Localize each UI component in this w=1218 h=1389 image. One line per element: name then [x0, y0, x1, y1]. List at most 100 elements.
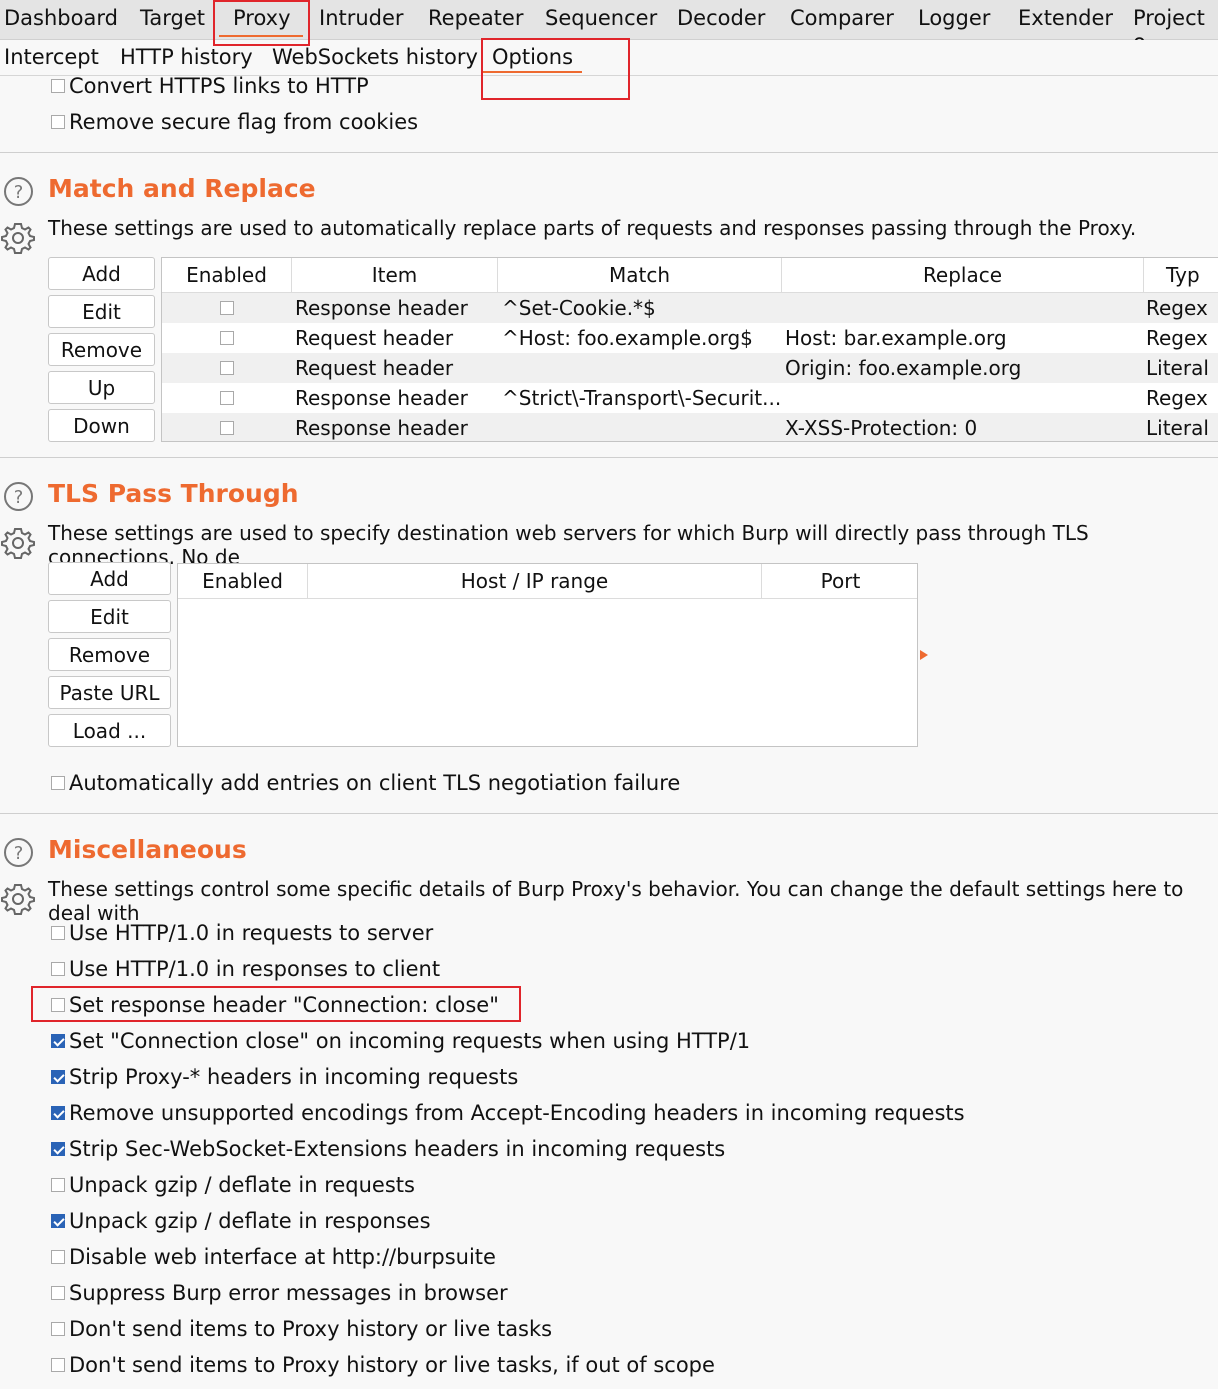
- section-divider: [0, 152, 1218, 153]
- tab-sequencer[interactable]: Sequencer: [545, 6, 657, 30]
- row-type: Literal: [1146, 356, 1209, 380]
- column-header-item[interactable]: Item: [292, 258, 498, 293]
- load-button[interactable]: Load ...: [48, 714, 171, 747]
- option-http10-requests[interactable]: Use HTTP/1.0 in requests to server: [51, 919, 433, 947]
- proxy-highlight-box: [213, 0, 310, 46]
- match-replace-description: These settings are used to automatically…: [48, 216, 1137, 240]
- checkbox[interactable]: [51, 1322, 65, 1336]
- checkbox[interactable]: [51, 962, 65, 976]
- table-row[interactable]: Request header ^Host: foo.example.org$ H…: [162, 323, 1218, 353]
- checkbox[interactable]: [51, 1214, 65, 1228]
- option-strip-proxy-headers[interactable]: Strip Proxy-* headers in incoming reques…: [51, 1063, 518, 1091]
- column-header-replace[interactable]: Replace: [782, 258, 1144, 293]
- tab-target[interactable]: Target: [140, 6, 205, 30]
- checkbox[interactable]: [51, 776, 65, 790]
- tab-intruder[interactable]: Intruder: [319, 6, 404, 30]
- section-divider: [0, 457, 1218, 458]
- tab-decoder[interactable]: Decoder: [677, 6, 765, 30]
- option-auto-add-tls[interactable]: Automatically add entries on client TLS …: [51, 769, 680, 797]
- option-connection-close-incoming[interactable]: Set "Connection close" on incoming reque…: [51, 1027, 750, 1055]
- column-header-host[interactable]: Host / IP range: [308, 564, 762, 599]
- checkbox[interactable]: [51, 1250, 65, 1264]
- row-enabled-checkbox[interactable]: [220, 421, 234, 435]
- gear-icon[interactable]: [1, 882, 35, 916]
- expand-arrow-icon[interactable]: [920, 650, 928, 660]
- checkbox[interactable]: [51, 115, 65, 129]
- column-header-enabled[interactable]: Enabled: [162, 258, 292, 293]
- tab-dashboard[interactable]: Dashboard: [4, 6, 118, 30]
- row-enabled-checkbox[interactable]: [220, 391, 234, 405]
- tab-extender[interactable]: Extender: [1018, 6, 1113, 30]
- column-header-match[interactable]: Match: [498, 258, 782, 293]
- subtab-intercept[interactable]: Intercept: [4, 45, 99, 69]
- connection-close-highlight-box: [31, 986, 521, 1022]
- row-type: Regex: [1146, 296, 1208, 320]
- gear-icon[interactable]: [1, 221, 35, 255]
- option-convert-https[interactable]: Convert HTTPS links to HTTP: [51, 72, 369, 100]
- table-row[interactable]: Request header Origin: foo.example.org L…: [162, 353, 1218, 383]
- add-button[interactable]: Add: [48, 257, 155, 290]
- row-item: Request header: [295, 326, 454, 350]
- subtab-websockets-history[interactable]: WebSockets history: [272, 45, 478, 69]
- match-replace-table: Enabled Item Match Replace Typ Response …: [161, 257, 1218, 442]
- row-enabled-checkbox[interactable]: [220, 361, 234, 375]
- remove-button[interactable]: Remove: [48, 333, 155, 366]
- table-row[interactable]: Response header ^Strict\-Transport\-Secu…: [162, 383, 1218, 413]
- tls-title: TLS Pass Through: [48, 479, 299, 508]
- option-label: Remove unsupported encodings from Accept…: [69, 1101, 965, 1125]
- row-replace: X-XSS-Protection: 0: [785, 416, 978, 440]
- row-type: Regex: [1146, 326, 1208, 350]
- help-icon[interactable]: ?: [3, 176, 34, 207]
- option-unpack-gzip-requests[interactable]: Unpack gzip / deflate in requests: [51, 1171, 415, 1199]
- option-dont-send-history-out-of-scope[interactable]: Don't send items to Proxy history or liv…: [51, 1351, 715, 1379]
- tab-comparer[interactable]: Comparer: [790, 6, 894, 30]
- help-icon[interactable]: ?: [3, 837, 34, 868]
- row-enabled-checkbox[interactable]: [220, 331, 234, 345]
- column-header-port[interactable]: Port: [762, 564, 917, 599]
- option-disable-web-interface[interactable]: Disable web interface at http://burpsuit…: [51, 1243, 496, 1271]
- up-button[interactable]: Up: [48, 371, 155, 404]
- checkbox[interactable]: [51, 1070, 65, 1084]
- option-label: Unpack gzip / deflate in responses: [69, 1209, 431, 1233]
- main-tab-bar: Dashboard Target Proxy Intruder Repeater…: [0, 0, 1218, 54]
- table-row[interactable]: Response header ^Set-Cookie.*$ Regex: [162, 293, 1218, 323]
- add-button[interactable]: Add: [48, 562, 171, 595]
- tab-repeater[interactable]: Repeater: [428, 6, 523, 30]
- option-label: Set "Connection close" on incoming reque…: [69, 1029, 751, 1053]
- row-enabled-checkbox[interactable]: [220, 301, 234, 315]
- checkbox[interactable]: [51, 1286, 65, 1300]
- checkbox[interactable]: [51, 1358, 65, 1372]
- option-remove-unsupported-encodings[interactable]: Remove unsupported encodings from Accept…: [51, 1099, 965, 1127]
- row-type: Literal: [1146, 416, 1209, 440]
- checkbox[interactable]: [51, 1106, 65, 1120]
- subtab-http-history[interactable]: HTTP history: [120, 45, 253, 69]
- row-item: Response header: [295, 296, 468, 320]
- option-label: Use HTTP/1.0 in responses to client: [69, 957, 441, 981]
- option-dont-send-history[interactable]: Don't send items to Proxy history or liv…: [51, 1315, 552, 1343]
- option-remove-secure-flag[interactable]: Remove secure flag from cookies: [51, 108, 418, 136]
- checkbox[interactable]: [51, 1178, 65, 1192]
- option-http10-responses[interactable]: Use HTTP/1.0 in responses to client: [51, 955, 440, 983]
- checkbox[interactable]: [51, 79, 65, 93]
- tab-logger[interactable]: Logger: [918, 6, 990, 30]
- checkbox[interactable]: [51, 926, 65, 940]
- option-label: Unpack gzip / deflate in requests: [69, 1173, 415, 1197]
- edit-button[interactable]: Edit: [48, 600, 171, 633]
- down-button[interactable]: Down: [48, 409, 155, 442]
- gear-icon[interactable]: [1, 526, 35, 560]
- option-label: Strip Proxy-* headers in incoming reques…: [69, 1065, 519, 1089]
- option-strip-websocket-extensions[interactable]: Strip Sec-WebSocket-Extensions headers i…: [51, 1135, 725, 1163]
- column-header-type[interactable]: Typ: [1144, 258, 1218, 293]
- checkbox[interactable]: [51, 1142, 65, 1156]
- remove-button[interactable]: Remove: [48, 638, 171, 671]
- help-icon[interactable]: ?: [3, 481, 34, 512]
- option-suppress-error-messages[interactable]: Suppress Burp error messages in browser: [51, 1279, 508, 1307]
- paste-url-button[interactable]: Paste URL: [48, 676, 171, 709]
- edit-button[interactable]: Edit: [48, 295, 155, 328]
- option-label: Automatically add entries on client TLS …: [69, 771, 681, 795]
- column-header-enabled[interactable]: Enabled: [178, 564, 308, 599]
- option-label: Remove secure flag from cookies: [69, 110, 419, 134]
- checkbox[interactable]: [51, 1034, 65, 1048]
- option-unpack-gzip-responses[interactable]: Unpack gzip / deflate in responses: [51, 1207, 431, 1235]
- table-row[interactable]: Response header X-XSS-Protection: 0 Lite…: [162, 413, 1218, 441]
